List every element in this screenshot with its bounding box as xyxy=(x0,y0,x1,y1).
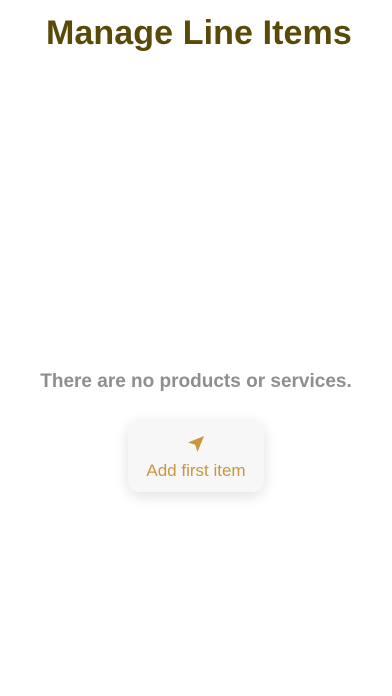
add-first-item-label: Add first item xyxy=(146,461,246,480)
empty-state-message: There are no products or services. xyxy=(40,371,352,392)
page-title: Manage Line Items xyxy=(46,14,352,52)
add-first-item-button[interactable]: Add first item xyxy=(128,420,264,492)
paper-plane-icon xyxy=(186,434,206,454)
